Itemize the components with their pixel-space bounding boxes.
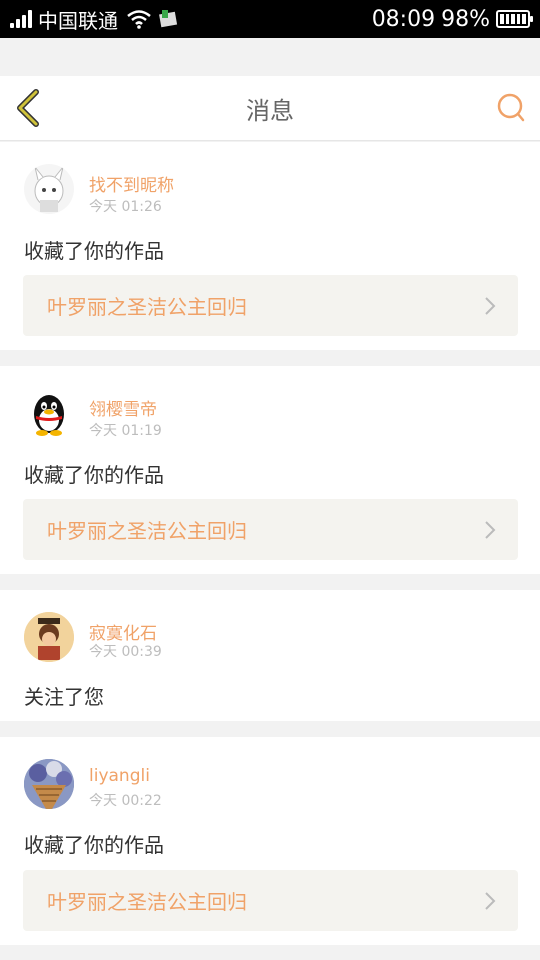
message-time: 今天 01:26 xyxy=(89,199,162,215)
user-name[interactable]: liyangli xyxy=(89,766,150,786)
avatar[interactable] xyxy=(24,612,74,662)
work-link[interactable]: 叶罗丽之圣洁公主回归 xyxy=(23,870,518,931)
chevron-right-icon xyxy=(485,297,496,315)
message-card: 寂寞化石 今天 00:39 关注了您 xyxy=(0,590,540,721)
message-time: 今天 00:39 xyxy=(89,644,162,660)
action-text: 关注了您 xyxy=(24,685,104,709)
signal-icon xyxy=(10,10,32,28)
chevron-right-icon xyxy=(485,892,496,910)
page-title: 消息 xyxy=(246,96,294,125)
app-header: 消息 xyxy=(0,76,540,141)
battery-icon xyxy=(496,10,533,28)
wifi-icon xyxy=(127,10,151,29)
message-time: 今天 01:19 xyxy=(89,423,162,439)
status-bar: 中国联通 08:09 98% xyxy=(0,0,540,38)
avatar[interactable] xyxy=(24,759,74,809)
action-text: 收藏了你的作品 xyxy=(24,239,164,263)
message-time: 今天 00:22 xyxy=(89,793,162,809)
chevron-right-icon xyxy=(485,521,496,539)
battery-percent: 98% xyxy=(441,6,490,32)
search-icon[interactable] xyxy=(496,92,526,124)
work-link[interactable]: 叶罗丽之圣洁公主回归 xyxy=(23,499,518,560)
message-card: liyangli 今天 00:22 收藏了你的作品 叶罗丽之圣洁公主回归 xyxy=(0,737,540,945)
work-title: 叶罗丽之圣洁公主回归 xyxy=(47,295,247,319)
notification-icon xyxy=(159,10,178,28)
back-button[interactable] xyxy=(14,88,42,128)
work-title: 叶罗丽之圣洁公主回归 xyxy=(47,519,247,543)
work-title: 叶罗丽之圣洁公主回归 xyxy=(47,890,247,914)
work-link[interactable]: 叶罗丽之圣洁公主回归 xyxy=(23,275,518,336)
avatar[interactable] xyxy=(24,388,74,438)
clock: 08:09 xyxy=(371,6,436,32)
user-name[interactable]: 翎樱雪帝 xyxy=(89,395,157,420)
action-text: 收藏了你的作品 xyxy=(24,463,164,487)
carrier-name: 中国联通 xyxy=(38,8,118,33)
user-name[interactable]: 找不到昵称 xyxy=(89,171,174,196)
message-card: 翎樱雪帝 今天 01:19 收藏了你的作品 叶罗丽之圣洁公主回归 xyxy=(0,366,540,574)
avatar[interactable] xyxy=(24,164,74,214)
action-text: 收藏了你的作品 xyxy=(24,833,164,857)
message-card: 找不到昵称 今天 01:26 收藏了你的作品 叶罗丽之圣洁公主回归 xyxy=(0,142,540,350)
